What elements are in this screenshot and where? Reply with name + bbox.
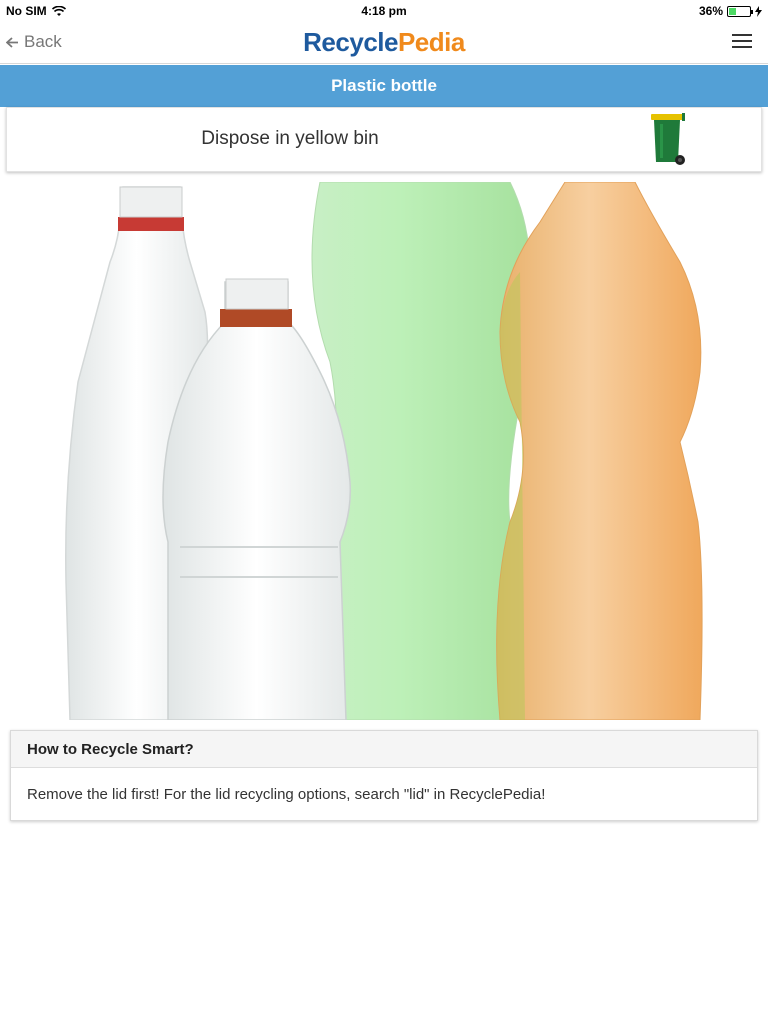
recyclepedia-logo: RecyclePedia: [0, 27, 768, 58]
hamburger-menu-icon[interactable]: [732, 34, 752, 50]
tip-heading: How to Recycle Smart?: [11, 731, 757, 768]
charging-bolt-icon: [755, 5, 762, 17]
wheelie-bin-icon: [651, 113, 685, 165]
battery-fill: [729, 7, 737, 15]
disposal-card: Dispose in yellow bin: [6, 107, 762, 172]
plastic-bottles-image: [0, 182, 768, 720]
logo-pedia-text: Pedia: [397, 27, 465, 57]
battery-icon: [727, 5, 753, 17]
disposal-instruction: Dispose in yellow bin: [201, 128, 379, 149]
battery-percent: 36%: [698, 4, 723, 18]
status-bar: No SIM 4:18 pm 36%: [0, 0, 768, 22]
tip-body: Remove the lid first! For the lid recycl…: [27, 786, 546, 803]
nav-bar: Back RecyclePedia: [0, 22, 768, 64]
logo-recycle-text: Recycle: [303, 27, 398, 57]
page-title: Plastic bottle: [0, 65, 768, 107]
status-right: 36%: [699, 4, 762, 18]
status-time: 4:18 pm: [361, 4, 407, 18]
recycle-tip-card: How to Recycle Smart? Remove the lid fir…: [10, 730, 758, 821]
